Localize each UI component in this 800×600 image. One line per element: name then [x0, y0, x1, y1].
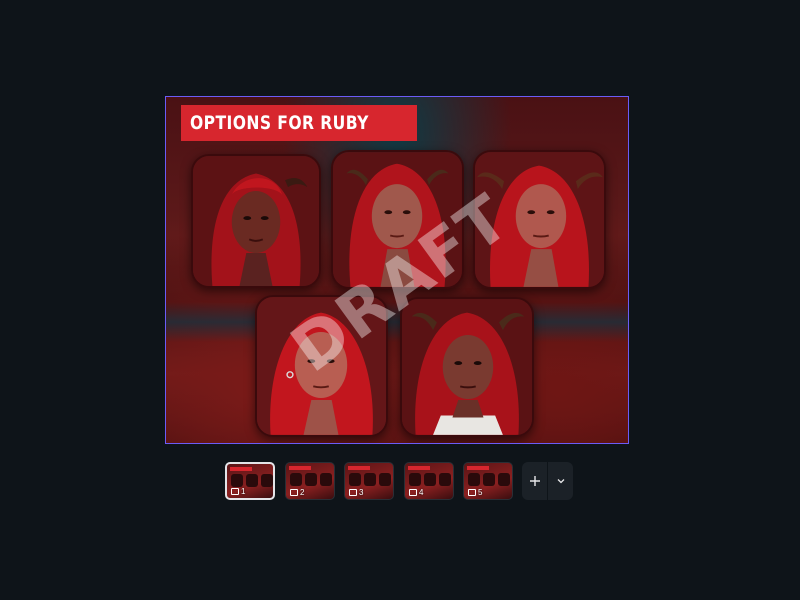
- add-slide-button[interactable]: [522, 462, 547, 500]
- slide-number: 1: [241, 487, 246, 496]
- comment-icon: [231, 488, 239, 495]
- slide-thumbnail-3[interactable]: 3: [344, 462, 394, 500]
- portrait-3-image: [475, 152, 604, 287]
- portrait-2-image: [333, 152, 462, 287]
- chevron-down-icon: [557, 479, 564, 484]
- portrait-2[interactable]: [331, 150, 464, 289]
- slide-thumbnail-2[interactable]: 2: [285, 462, 335, 500]
- slide-thumbnail-5[interactable]: 5: [463, 462, 513, 500]
- slide-number: 3: [359, 488, 364, 497]
- comment-icon: [349, 489, 357, 496]
- title-banner: OPTIONS FOR RUBY: [181, 105, 418, 141]
- portrait-3[interactable]: [473, 150, 606, 289]
- thumb-title-bar: [230, 467, 252, 471]
- portrait-1-image: [193, 156, 319, 286]
- add-slide-group: [522, 462, 573, 500]
- more-options-button[interactable]: [548, 462, 573, 500]
- slide-number: 2: [300, 488, 305, 497]
- plus-icon: [529, 476, 540, 486]
- background-glow: [166, 302, 628, 342]
- comment-icon: [409, 489, 417, 496]
- portrait-4[interactable]: [255, 295, 388, 437]
- portrait-4-image: [257, 297, 386, 435]
- comment-icon: [290, 489, 298, 496]
- portrait-1[interactable]: [191, 154, 321, 288]
- slide-canvas[interactable]: OPTIONS FOR RUBY DRAFT: [165, 96, 629, 444]
- slide-number: 5: [478, 488, 483, 497]
- portrait-5-image: [402, 299, 532, 435]
- slide-title: OPTIONS FOR RUBY: [190, 112, 369, 134]
- slide-thumbnail-4[interactable]: 4: [404, 462, 454, 500]
- comment-icon: [468, 489, 476, 496]
- slide-thumbnail-1[interactable]: 1: [225, 462, 275, 500]
- slide-filmstrip: 1 2 3 4 5: [225, 461, 575, 501]
- portrait-5[interactable]: [400, 297, 534, 437]
- slide-number: 4: [419, 488, 424, 497]
